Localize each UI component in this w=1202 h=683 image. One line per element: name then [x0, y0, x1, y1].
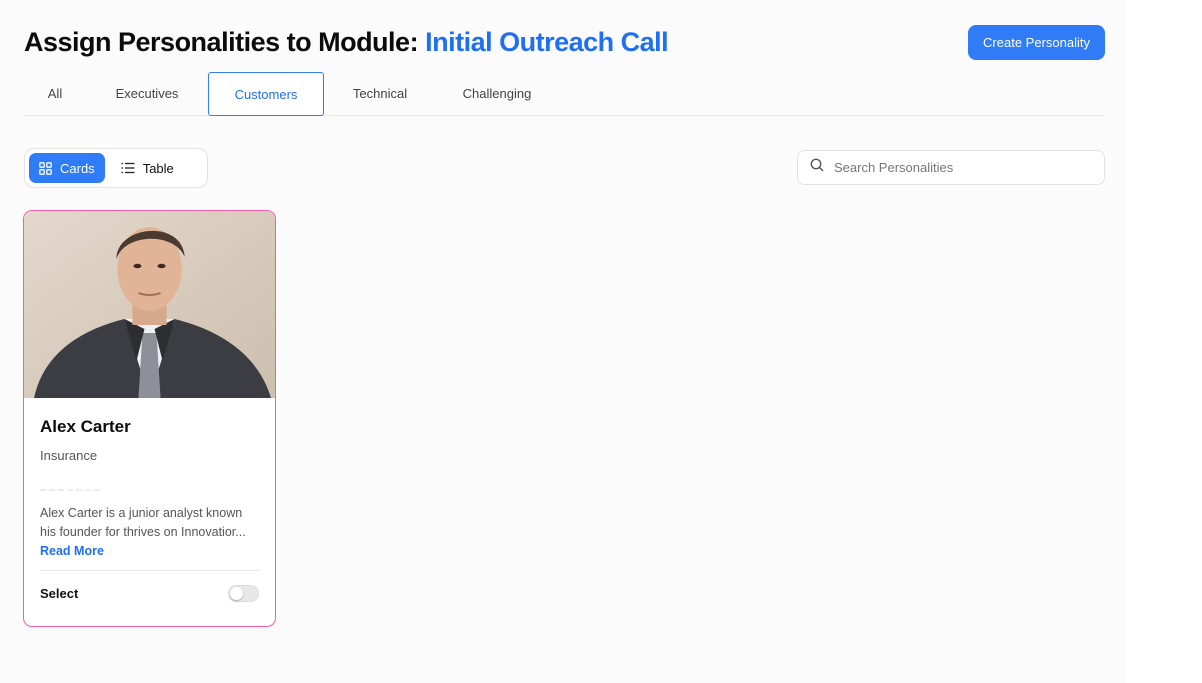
personality-description: Alex Carter is a junior analyst known hi…	[40, 504, 259, 561]
divider	[40, 489, 100, 491]
cards-view-button[interactable]: Cards	[29, 153, 105, 183]
grid-icon	[39, 161, 52, 175]
tab-executives[interactable]: Executives	[86, 72, 208, 115]
right-edge-area	[1126, 0, 1202, 683]
search-icon	[810, 158, 824, 177]
description-text: Alex Carter is a junior analyst known hi…	[40, 506, 246, 539]
tab-label: Technical	[352, 86, 408, 101]
select-toggle[interactable]	[228, 585, 259, 602]
module-name: Initial Outreach Call	[425, 26, 669, 57]
tab-label: All	[47, 86, 63, 101]
tab-technical[interactable]: Technical	[324, 72, 436, 115]
table-view-label: Table	[142, 160, 174, 176]
view-toggle: Cards Table	[24, 148, 208, 188]
list-icon	[121, 162, 135, 174]
tab-label: Challenging	[462, 86, 532, 101]
category-tabs: All Executives Customers Technical Chall…	[24, 72, 1105, 116]
personality-photo	[24, 211, 275, 398]
tab-label: Executives	[115, 86, 179, 101]
search-input[interactable]	[834, 160, 1104, 175]
page-header: Assign Personalities to Module: Initial …	[24, 22, 1105, 62]
select-label: Select	[40, 586, 79, 601]
page-title: Assign Personalities to Module: Initial …	[24, 26, 669, 58]
personality-industry: Insurance	[40, 448, 98, 463]
table-view-button[interactable]: Table	[111, 153, 184, 183]
read-more-link[interactable]: Read More	[40, 544, 104, 558]
tab-label: Customers	[234, 86, 298, 102]
tab-challenging[interactable]: Challenging	[436, 72, 558, 115]
page-background: Assign Personalities to Module: Initial …	[0, 0, 1126, 683]
tab-customers[interactable]: Customers	[208, 72, 324, 116]
card-footer: Select	[40, 570, 259, 616]
card-body: Alex Carter Insurance Alex Carter is a j…	[24, 417, 275, 616]
search-box	[797, 150, 1105, 185]
toggle-knob	[230, 587, 243, 600]
personality-name: Alex Carter	[40, 417, 131, 436]
personality-card[interactable]: Alex Carter Insurance Alex Carter is a j…	[23, 210, 276, 627]
create-personality-button[interactable]: Create Personality	[968, 24, 1105, 60]
tab-all[interactable]: All	[24, 72, 86, 115]
page-title-prefix: Assign Personalities to Module:	[24, 26, 426, 57]
cards-view-label: Cards	[60, 160, 95, 176]
